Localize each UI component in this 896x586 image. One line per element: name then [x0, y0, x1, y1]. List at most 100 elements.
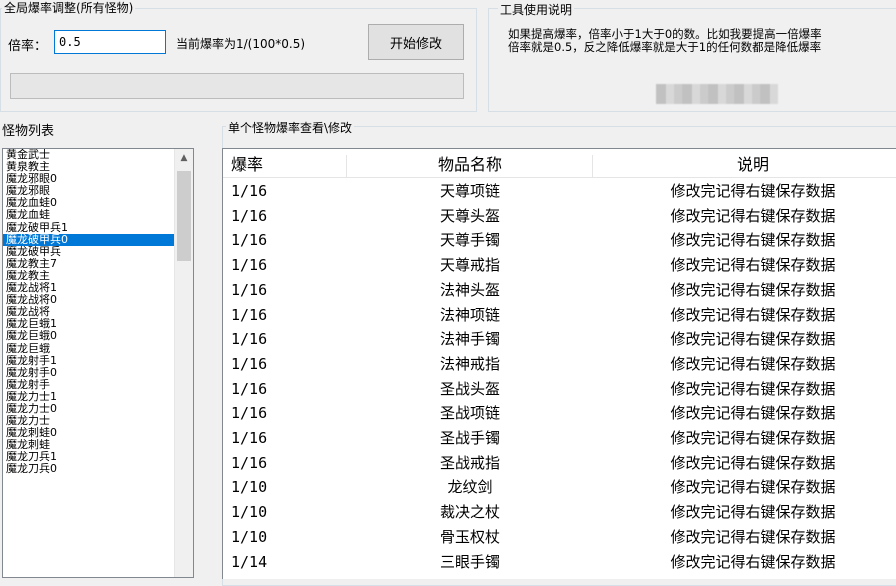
- table-row[interactable]: 1/16 法神手镯 修改完记得右键保存数据: [223, 327, 896, 351]
- detail-group-title: 单个怪物爆率查看\修改: [226, 121, 355, 135]
- progress-bar: [10, 73, 464, 99]
- item-name-cell: 圣战手镯: [439, 429, 500, 447]
- table-row[interactable]: 1/16 法神戒指 修改完记得右键保存数据: [223, 352, 896, 376]
- scroll-thumb[interactable]: [177, 171, 191, 261]
- start-modify-button[interactable]: 开始修改: [368, 24, 464, 60]
- monster-list-item[interactable]: 魔龙射手: [3, 379, 193, 391]
- rate-cell: 1/16: [231, 330, 268, 349]
- table-row[interactable]: 1/10 裁决之杖 修改完记得右键保存数据: [223, 500, 896, 524]
- global-rate-group-title: 全局爆率调整(所有怪物): [2, 1, 136, 15]
- monster-list[interactable]: 黄金武士 黄泉教主 魔龙邪眼0 魔龙邪眼 魔龙血蛙0 魔龙血蛙 魔龙破甲兵1 魔龙破甲兵0 魔龙…: [2, 148, 194, 578]
- monster-list-title: 怪物列表: [2, 124, 55, 139]
- monster-list-item[interactable]: 黄金武士: [3, 149, 193, 161]
- monster-list-item[interactable]: 魔龙巨蛾1: [3, 318, 193, 330]
- monster-list-item[interactable]: 魔龙力士0: [3, 403, 193, 415]
- table-row[interactable]: 1/16 天尊戒指 修改完记得右键保存数据: [223, 253, 896, 277]
- monster-list-item[interactable]: 魔龙教主: [3, 270, 193, 282]
- monster-list-item[interactable]: 魔龙刺蛙: [3, 439, 193, 451]
- note-cell: 修改完记得右键保存数据: [670, 429, 836, 447]
- table-row[interactable]: 1/16 天尊头盔 修改完记得右键保存数据: [223, 204, 896, 228]
- table-row[interactable]: 1/16 法神项链 修改完记得右键保存数据: [223, 303, 896, 327]
- item-name-cell: 法神手镯: [439, 330, 500, 349]
- rate-cell: 1/10: [231, 503, 268, 522]
- monster-list-item[interactable]: 魔龙血蛙: [3, 209, 193, 221]
- monster-list-item[interactable]: 魔龙战将1: [3, 282, 193, 294]
- rate-label: 倍率：: [8, 39, 48, 54]
- table-row[interactable]: 1/16 法神头盔 修改完记得右键保存数据: [223, 278, 896, 302]
- rate-cell: 1/16: [231, 206, 268, 225]
- monster-list-item[interactable]: 魔龙破甲兵0: [3, 233, 193, 246]
- monster-list-item[interactable]: 魔龙破甲兵: [3, 246, 193, 258]
- note-cell: 修改完记得右键保存数据: [670, 379, 836, 398]
- table-row[interactable]: 1/16 天尊手镯 修改完记得右键保存数据: [223, 228, 896, 252]
- monster-list-scrollbar[interactable]: ▲: [174, 149, 193, 577]
- scroll-up-icon[interactable]: ▲: [175, 149, 193, 167]
- table-row[interactable]: 1/16 天尊项链 修改完记得右键保存数据: [223, 179, 896, 203]
- monster-list-item[interactable]: 魔龙力士1: [3, 391, 193, 403]
- monster-list-item[interactable]: 魔龙巨蛾0: [3, 330, 193, 342]
- rate-cell: 1/16: [231, 231, 268, 250]
- monster-list-item[interactable]: 魔龙战将: [3, 306, 193, 318]
- column-header-rate[interactable]: 爆率: [231, 153, 346, 177]
- table-row[interactable]: 1/16 圣战项链 修改完记得右键保存数据: [223, 401, 896, 425]
- table-row[interactable]: 1/16 圣战头盔 修改完记得右键保存数据: [223, 377, 896, 401]
- rate-cell: 1/16: [231, 379, 268, 398]
- note-cell: 修改完记得右键保存数据: [670, 231, 836, 250]
- rate-cell: 1/16: [231, 429, 268, 447]
- blurred-logo: [656, 84, 778, 104]
- item-name-cell: 圣战戒指: [439, 453, 500, 472]
- monster-list-item[interactable]: 魔龙刀兵1: [3, 451, 193, 463]
- help-text: 如果提高爆率，倍率小于1大于0的数。比如我要提高一倍爆率 倍率就是0.5，反之降…: [508, 28, 822, 54]
- item-name-cell: 天尊头盔: [439, 206, 500, 225]
- table-row[interactable]: 1/10 龙纹剑 修改完记得右键保存数据: [223, 475, 896, 499]
- monster-list-item[interactable]: 魔龙巨蛾: [3, 343, 193, 355]
- column-header-item-name[interactable]: 物品名称: [347, 153, 593, 177]
- monster-list-item[interactable]: 魔龙邪眼0: [3, 173, 193, 185]
- current-rate-text: 当前爆率为1/(100*0.5): [176, 37, 306, 51]
- table-row[interactable]: 1/16 圣战手镯 修改完记得右键保存数据: [223, 426, 896, 450]
- rate-cell: 1/16: [231, 453, 268, 472]
- note-cell: 修改完记得右键保存数据: [670, 182, 836, 200]
- table-row[interactable]: 1/16 圣战戒指 修改完记得右键保存数据: [223, 451, 896, 475]
- monster-list-item[interactable]: 魔龙邪眼: [3, 185, 193, 197]
- rate-cell: 1/16: [231, 182, 268, 200]
- monster-list-item[interactable]: 魔龙射手1: [3, 355, 193, 367]
- note-cell: 修改完记得右键保存数据: [670, 527, 836, 546]
- item-name-cell: 天尊戒指: [439, 256, 500, 275]
- monster-list-item[interactable]: 魔龙血蛙0: [3, 197, 193, 209]
- monster-list-item[interactable]: 魔龙教主7: [3, 258, 193, 270]
- rate-cell: 1/16: [231, 256, 268, 275]
- note-cell: 修改完记得右键保存数据: [670, 330, 836, 349]
- monster-list-item[interactable]: 魔龙破甲兵1: [3, 222, 193, 234]
- note-cell: 修改完记得右键保存数据: [670, 206, 836, 225]
- note-cell: 修改完记得右键保存数据: [670, 552, 836, 571]
- monster-list-item[interactable]: 魔龙力士: [3, 415, 193, 427]
- rate-cell: 1/10: [231, 527, 268, 546]
- column-header-note[interactable]: 说明: [593, 153, 896, 177]
- monster-list-item[interactable]: 黄泉教主: [3, 161, 193, 173]
- item-name-cell: 龙纹剑: [447, 478, 493, 497]
- note-cell: 修改完记得右键保存数据: [670, 354, 836, 373]
- item-name-cell: 法神项链: [439, 305, 500, 324]
- item-drop-table[interactable]: 爆率 物品名称 说明 1/16 天尊项链 修改完记得右键保存数据 1/16 天尊头盔 修改…: [222, 148, 896, 579]
- rate-cell: 1/16: [231, 280, 268, 299]
- note-cell: 修改完记得右键保存数据: [670, 280, 836, 299]
- item-name-cell: 法神头盔: [439, 280, 500, 299]
- item-name-cell: 圣战项链: [439, 404, 500, 423]
- item-name-cell: 裁决之杖: [439, 503, 500, 522]
- monster-list-item[interactable]: 魔龙战将0: [3, 294, 193, 306]
- rate-cell: 1/16: [231, 305, 268, 324]
- table-row[interactable]: 1/14 三眼手镯 修改完记得右键保存数据: [223, 550, 896, 574]
- item-name-cell: 三眼手镯: [439, 552, 500, 571]
- monster-list-item[interactable]: 魔龙射手0: [3, 367, 193, 379]
- monster-list-item[interactable]: 魔龙刺蛙0: [3, 427, 193, 439]
- note-cell: 修改完记得右键保存数据: [670, 256, 836, 275]
- table-row[interactable]: 1/10 骨玉权杖 修改完记得右键保存数据: [223, 525, 896, 549]
- item-name-cell: 圣战头盔: [439, 379, 500, 398]
- table-header: 爆率 物品名称 说明: [223, 153, 896, 178]
- rate-input[interactable]: [54, 30, 166, 54]
- item-name-cell: 天尊手镯: [439, 231, 500, 250]
- rate-cell: 1/14: [231, 552, 268, 571]
- item-name-cell: 法神戒指: [439, 354, 500, 373]
- monster-list-item[interactable]: 魔龙刀兵0: [3, 463, 193, 475]
